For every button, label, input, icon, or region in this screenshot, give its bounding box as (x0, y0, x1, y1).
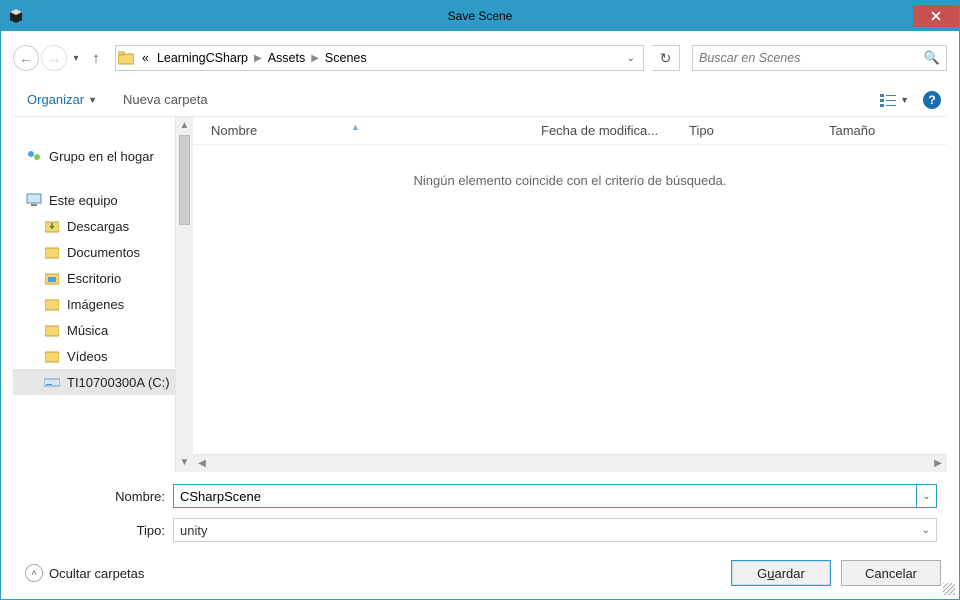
nav-row: ← → ▾ ↑ « LearningCSharp ▶ Assets ▶ Scen… (13, 43, 947, 73)
breadcrumb-learningcsharp[interactable]: LearningCSharp (153, 51, 252, 65)
filetype-value: unity (180, 523, 207, 538)
horizontal-scrollbar[interactable]: ◀ ▶ (193, 454, 947, 472)
view-options-button[interactable]: ▼ (880, 93, 909, 107)
organize-label: Organizar (27, 92, 84, 107)
nav-scrollbar[interactable]: ▲ ▼ (175, 117, 193, 472)
chevron-down-icon: ▼ (88, 95, 97, 105)
column-headers: Nombre ▲ Fecha de modifica... Tipo Tamaño (193, 117, 947, 145)
hide-folders-toggle[interactable]: ˄ Ocultar carpetas (19, 564, 144, 582)
refresh-button[interactable]: ↻ (652, 45, 680, 71)
downloads-icon (43, 217, 61, 235)
dialog-body: ← → ▾ ↑ « LearningCSharp ▶ Assets ▶ Scen… (1, 31, 959, 599)
save-dialog-window: Save Scene ← → ▾ ↑ « LearningCSharp ▶ As… (0, 0, 960, 600)
column-name-label: Nombre (211, 123, 257, 138)
dialog-footer: ˄ Ocultar carpetas Guardar Cancelar (13, 552, 947, 590)
homegroup-icon (25, 147, 43, 165)
tree-item-pictures[interactable]: Imágenes (13, 291, 193, 317)
breadcrumb-scenes[interactable]: Scenes (321, 51, 371, 65)
computer-icon (25, 191, 43, 209)
titlebar[interactable]: Save Scene (1, 1, 959, 31)
empty-message: Ningún elemento coincide con el criterio… (193, 145, 947, 188)
new-folder-button[interactable]: Nueva carpeta (123, 92, 208, 107)
tree-item-drive-c[interactable]: TI10700300A (C:) (13, 369, 193, 395)
scroll-up-icon[interactable]: ▲ (176, 117, 193, 135)
scroll-left-icon[interactable]: ◀ (193, 458, 211, 469)
cancel-button[interactable]: Cancelar (841, 560, 941, 586)
column-size[interactable]: Tamaño (829, 123, 947, 138)
column-date[interactable]: Fecha de modifica... (541, 123, 689, 138)
tree-label: Descargas (67, 219, 129, 234)
recent-locations-dropdown[interactable]: ▾ (69, 53, 83, 64)
unity-icon (1, 1, 31, 31)
back-button[interactable]: ← (13, 45, 39, 71)
save-button[interactable]: Guardar (731, 560, 831, 586)
desktop-icon (43, 269, 61, 287)
tree-label: Documentos (67, 245, 140, 260)
window-title: Save Scene (1, 9, 959, 23)
tree-item-thispc[interactable]: Este equipo (13, 187, 193, 213)
column-type[interactable]: Tipo (689, 123, 829, 138)
folder-icon (118, 51, 138, 65)
filename-dropdown[interactable]: ⌄ (917, 484, 937, 508)
tree-label: Escritorio (67, 271, 121, 286)
save-post: ardar (775, 566, 805, 581)
tree-item-desktop[interactable]: Escritorio (13, 265, 193, 291)
address-bar[interactable]: « LearningCSharp ▶ Assets ▶ Scenes ⌄ (115, 45, 644, 71)
scroll-down-icon[interactable]: ▼ (176, 454, 193, 472)
save-pre: G (757, 566, 767, 581)
chevron-down-icon: ⌄ (922, 525, 930, 536)
tree-label: Vídeos (67, 349, 107, 364)
save-accel: u (767, 566, 774, 581)
tree-label: Este equipo (49, 193, 118, 208)
videos-icon (43, 347, 61, 365)
tree-item-homegroup[interactable]: Grupo en el hogar (13, 143, 193, 169)
navigation-pane: Grupo en el hogar Este equipo Descargas … (13, 117, 193, 472)
filetype-select[interactable]: unity ⌄ (173, 518, 937, 542)
up-button[interactable]: ↑ (85, 46, 107, 70)
scroll-thumb[interactable] (179, 135, 190, 225)
organize-menu[interactable]: Organizar ▼ (27, 92, 97, 107)
search-input[interactable]: Buscar en Scenes 🔍 (692, 45, 947, 71)
tree-label: Música (67, 323, 108, 338)
close-button[interactable] (913, 5, 959, 27)
drive-icon (43, 373, 61, 391)
filetype-label: Tipo: (23, 523, 173, 538)
music-icon (43, 321, 61, 339)
chevron-right-icon[interactable]: ▶ (309, 53, 321, 64)
tree-item-downloads[interactable]: Descargas (13, 213, 193, 239)
filename-label: Nombre: (23, 489, 173, 504)
resize-grip[interactable] (943, 583, 955, 595)
documents-icon (43, 243, 61, 261)
breadcrumb-ellipsis[interactable]: « (138, 51, 153, 65)
tree-item-documents[interactable]: Documentos (13, 239, 193, 265)
tree-item-music[interactable]: Música (13, 317, 193, 343)
chevron-right-icon[interactable]: ▶ (252, 53, 264, 64)
help-button[interactable]: ? (923, 91, 941, 109)
breadcrumb-assets[interactable]: Assets (264, 51, 310, 65)
tree-label: TI10700300A (C:) (67, 375, 170, 390)
tree-item-videos[interactable]: Vídeos (13, 343, 193, 369)
column-name[interactable]: Nombre ▲ (211, 123, 541, 138)
search-placeholder: Buscar en Scenes (699, 51, 800, 65)
scroll-right-icon[interactable]: ▶ (929, 458, 947, 469)
collapse-icon: ˄ (25, 564, 43, 582)
tree-label: Imágenes (67, 297, 124, 312)
hide-folders-label: Ocultar carpetas (49, 566, 144, 581)
forward-button[interactable]: → (41, 45, 67, 71)
file-list-pane: Nombre ▲ Fecha de modifica... Tipo Tamaño… (193, 117, 947, 472)
sort-asc-icon: ▲ (351, 122, 360, 132)
address-dropdown-icon[interactable]: ⌄ (621, 53, 641, 64)
chevron-down-icon: ▼ (900, 95, 909, 105)
filename-input[interactable] (173, 484, 917, 508)
toolbar: Organizar ▼ Nueva carpeta ▼ ? (13, 83, 947, 117)
main-area: Grupo en el hogar Este equipo Descargas … (13, 117, 947, 472)
tree-label: Grupo en el hogar (49, 149, 154, 164)
pictures-icon (43, 295, 61, 313)
save-form: Nombre: ⌄ Tipo: unity ⌄ (13, 472, 947, 552)
search-icon: 🔍 (924, 50, 940, 66)
